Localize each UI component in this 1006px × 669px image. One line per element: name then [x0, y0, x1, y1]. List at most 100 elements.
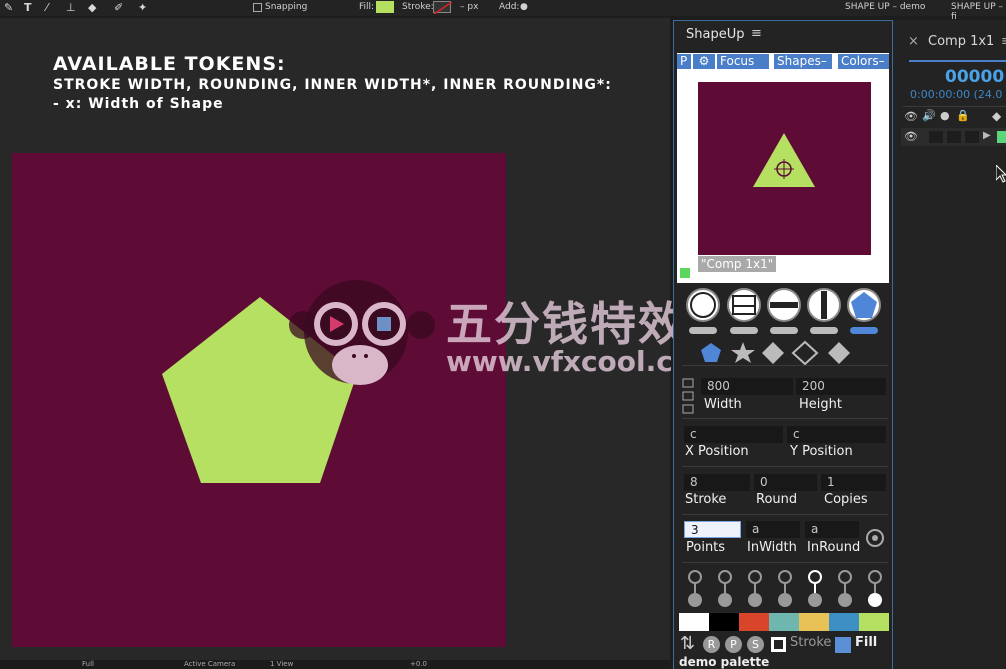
pin-icon[interactable]	[718, 570, 732, 584]
tab-underline	[909, 60, 1006, 62]
palette-swatch-6[interactable]	[829, 613, 859, 631]
reset-icon[interactable]	[865, 528, 885, 548]
polygon-indicator	[850, 327, 878, 334]
clone-stamp-icon[interactable]: ⊥	[66, 1, 76, 14]
s-button[interactable]: S	[747, 636, 764, 653]
star-preset-icon[interactable]	[731, 342, 755, 363]
lock-icon[interactable]: 🔒	[956, 109, 970, 122]
close-tab-icon[interactable]: ×	[908, 34, 919, 49]
height-input[interactable]: 200	[796, 378, 886, 395]
x-position-input[interactable]: c	[684, 426, 783, 443]
stroke-swatch[interactable]	[433, 1, 452, 14]
palette-swatch-3[interactable]	[739, 613, 769, 631]
layer-visibility-icon[interactable]: 👁	[904, 130, 918, 143]
layer-lock-toggle[interactable]	[965, 131, 979, 143]
r-button[interactable]: R	[703, 636, 720, 653]
pin-icon[interactable]	[838, 570, 852, 584]
exposure-value[interactable]: +0.0	[410, 660, 427, 668]
y-position-label: Y Position	[790, 444, 853, 459]
pentagon-shape[interactable]	[12, 153, 506, 647]
inwidth-label: InWidth	[747, 540, 797, 555]
swap-colors-icon[interactable]: ⇅	[680, 633, 695, 654]
label-tag-icon[interactable]: ◆	[992, 109, 1001, 123]
layer-solo-toggle[interactable]	[947, 131, 961, 143]
link-dimensions-icon[interactable]	[682, 378, 696, 414]
diamond-outline-preset-icon[interactable]	[791, 340, 819, 366]
brush-tool-icon[interactable]: ⁄	[46, 1, 48, 14]
copies-input[interactable]: 1	[821, 474, 886, 491]
resolution-select[interactable]: Full	[82, 660, 94, 668]
view-layout-select[interactable]: 1 View	[270, 660, 293, 668]
roto-brush-icon[interactable]: ✐	[114, 1, 123, 14]
workspace-title-1[interactable]: SHAPE UP – demo	[845, 2, 925, 12]
tokens-description: - x: Width of Shape	[53, 96, 224, 112]
p-palette-button[interactable]: P	[725, 636, 742, 653]
palette-swatch-7[interactable]	[859, 613, 889, 631]
panel-tab-row: P ⚙ Focus Shapes– Colors–	[677, 53, 889, 70]
shape-preview[interactable]: "Comp 1x1"	[677, 70, 889, 283]
palette-swatch-5[interactable]	[799, 613, 829, 631]
solo-icon[interactable]: ●	[940, 109, 950, 122]
workspace-title-2[interactable]: SHAPE UP – fi	[951, 2, 1006, 22]
expand-arrow-icon[interactable]: ▶	[983, 130, 991, 141]
stroke-width-value[interactable]: – px	[460, 2, 478, 12]
triangle-shape-preview	[753, 133, 815, 187]
timecode-sub: 0:00:00:00 (24.0	[910, 88, 1003, 101]
stroke-input[interactable]: 8	[684, 474, 750, 491]
comp-tab[interactable]: Comp 1x1	[928, 34, 994, 49]
stroke-color-swatch[interactable]	[771, 637, 786, 652]
gear-icon[interactable]: ⚙	[693, 54, 715, 69]
p-button[interactable]: P	[677, 54, 691, 69]
polygon-shape-icon[interactable]	[847, 288, 881, 322]
tab-focus[interactable]: Focus	[717, 54, 769, 69]
width-input[interactable]: 800	[701, 378, 793, 395]
inwidth-input[interactable]: a	[746, 521, 800, 538]
layer-label-color[interactable]	[997, 131, 1006, 143]
palette-swatch-2[interactable]	[709, 613, 739, 631]
stroke-label: Stroke:	[402, 2, 434, 12]
horizontal-line-shape-icon[interactable]	[767, 288, 801, 322]
add-menu-icon[interactable]: ●	[520, 2, 528, 12]
diamond-split-preset-icon[interactable]	[828, 342, 850, 364]
shapeup-panel: ShapeUp ≡ P ⚙ Focus Shapes– Colors– "Com…	[673, 20, 893, 669]
tab-colors[interactable]: Colors–	[838, 54, 889, 69]
round-input[interactable]: 0	[754, 474, 817, 491]
layer-row[interactable]: 👁 ▶	[901, 128, 1006, 146]
type-tool-icon[interactable]: T	[24, 1, 32, 14]
rectangle-shape-icon[interactable]	[727, 288, 761, 322]
y-position-input[interactable]: c	[787, 426, 886, 443]
palette-swatch-4[interactable]	[769, 613, 799, 631]
points-input[interactable]: 3	[684, 521, 741, 538]
composition-canvas[interactable]	[12, 153, 506, 647]
audio-icon[interactable]: 🔊	[922, 109, 936, 122]
hamburger-icon[interactable]: ≡	[751, 26, 762, 41]
visibility-icon[interactable]: 👁	[904, 110, 918, 123]
vertical-line-shape-icon[interactable]	[807, 288, 841, 322]
fill-color-swatch[interactable]	[835, 637, 851, 653]
viewer-bottom-bar: Full Active Camera 1 View +0.0	[0, 660, 670, 669]
tab-shapes[interactable]: Shapes–	[774, 54, 832, 69]
puppet-pin-icon[interactable]: ✦	[138, 1, 147, 14]
pentagon-preset-icon[interactable]	[701, 343, 721, 362]
tab-menu-icon[interactable]: ≡	[1001, 34, 1006, 49]
layer-audio-toggle[interactable]	[929, 131, 943, 143]
palette-swatch-1[interactable]	[679, 613, 709, 631]
diamond-preset-icon[interactable]	[762, 342, 784, 364]
fill-toggle-label[interactable]: Fill	[855, 635, 877, 650]
inround-input[interactable]: a	[805, 521, 859, 538]
tokens-heading: AVAILABLE TOKENS:	[53, 53, 286, 75]
snapping-checkbox[interactable]	[253, 3, 262, 12]
add-label: Add:	[499, 2, 520, 12]
pin-icon[interactable]	[868, 570, 882, 584]
pen-tool-icon[interactable]: ✎	[4, 1, 13, 14]
timecode[interactable]: 00000	[945, 67, 1004, 87]
pin-icon[interactable]	[778, 570, 792, 584]
ellipse-shape-icon[interactable]	[686, 288, 720, 322]
pin-icon-active[interactable]	[808, 570, 822, 584]
eraser-tool-icon[interactable]: ◆	[88, 1, 96, 14]
pin-icon[interactable]	[748, 570, 762, 584]
fill-swatch[interactable]	[376, 1, 394, 13]
camera-select[interactable]: Active Camera	[184, 660, 235, 668]
stroke-toggle-label[interactable]: Stroke	[790, 635, 831, 650]
pin-icon[interactable]	[688, 570, 702, 584]
